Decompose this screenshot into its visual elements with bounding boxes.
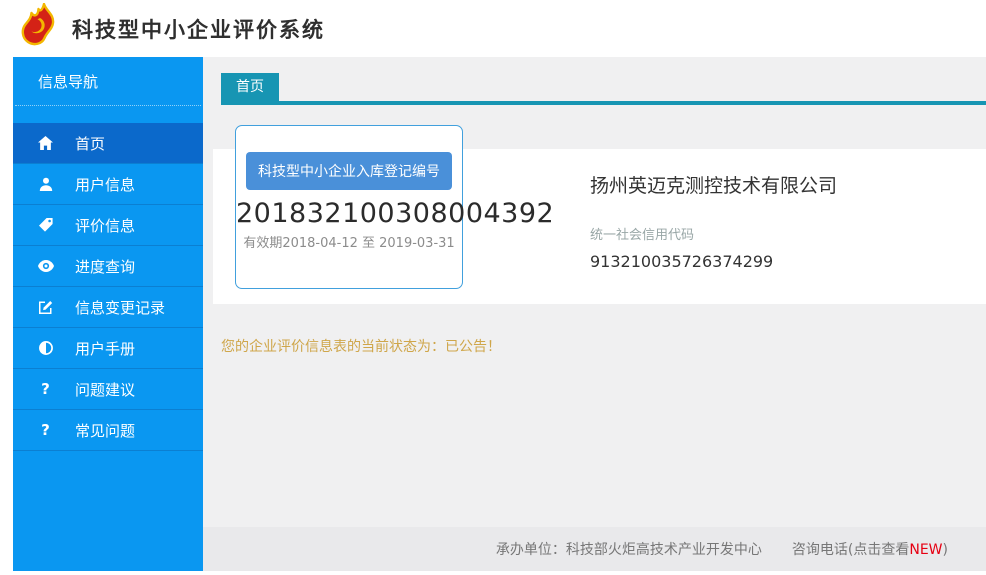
sidebar-item-label: 进度查询 [75, 256, 135, 277]
sidebar-item-label: 信息变更记录 [75, 297, 165, 318]
page: 科技型中小企业评价系统 信息导航 首页 用户信息 [0, 0, 986, 575]
hotline-text-close: ) [943, 542, 948, 558]
edit-icon [37, 300, 54, 314]
hotline-link[interactable]: 咨询电话(点击查看NEW) [792, 539, 948, 559]
eye-icon [37, 260, 54, 272]
registration-card: 科技型中小企业入库登记编号 201832100308004392 有效期2018… [235, 125, 463, 289]
question-icon: ? [37, 421, 54, 439]
sidebar-item-suggestions[interactable]: ? 问题建议 [13, 369, 203, 410]
sidebar-item-change-records[interactable]: 信息变更记录 [13, 287, 203, 328]
main-content: 首页 科技型中小企业入库登记编号 201832100308004392 有效期2… [203, 57, 986, 571]
sidebar-divider [15, 105, 201, 106]
footer: 承办单位：科技部火炬高技术产业开发中心 咨询电话(点击查看NEW) [203, 527, 986, 571]
registration-number: 201832100308004392 [236, 198, 462, 229]
adjust-icon [37, 341, 54, 355]
tab-home[interactable]: 首页 [221, 73, 279, 101]
user-icon [37, 177, 54, 191]
home-icon [37, 136, 54, 150]
company-name: 扬州英迈克测控技术有限公司 [590, 171, 837, 198]
sidebar-title: 信息导航 [13, 57, 203, 105]
tab-bar: 首页 [221, 73, 986, 105]
sidebar-item-user-info[interactable]: 用户信息 [13, 164, 203, 205]
company-panel: 科技型中小企业入库登记编号 201832100308004392 有效期2018… [213, 149, 986, 304]
credit-code-label: 统一社会信用代码 [590, 224, 837, 243]
sidebar-item-faq[interactable]: ? 常见问题 [13, 410, 203, 451]
hotline-text: 咨询电话(点击查看 [792, 542, 909, 558]
sidebar-item-label: 首页 [75, 133, 105, 154]
body: 信息导航 首页 用户信息 [0, 57, 986, 571]
sidebar-item-label: 评价信息 [75, 215, 135, 236]
sidebar-item-progress-query[interactable]: 进度查询 [13, 246, 203, 287]
sidebar: 信息导航 首页 用户信息 [13, 57, 203, 571]
sidebar-item-evaluation-info[interactable]: 评价信息 [13, 205, 203, 246]
company-info: 扬州英迈克测控技术有限公司 统一社会信用代码 91321003572637429… [590, 149, 837, 304]
question-icon: ? [37, 380, 54, 398]
sidebar-item-label: 问题建议 [75, 379, 135, 400]
app-header: 科技型中小企业评价系统 [0, 0, 986, 57]
sidebar-item-label: 用户信息 [75, 174, 135, 195]
registration-number-badge-button[interactable]: 科技型中小企业入库登记编号 [246, 152, 452, 190]
torch-logo-icon [13, 3, 63, 55]
sidebar-item-home[interactable]: 首页 [13, 123, 203, 164]
sidebar-nav: 首页 用户信息 评价信息 [13, 123, 203, 451]
tag-icon [37, 218, 54, 232]
sidebar-item-label: 用户手册 [75, 338, 135, 359]
credit-code-value: 913210035726374299 [590, 252, 837, 271]
app-title: 科技型中小企业评价系统 [72, 14, 325, 44]
status-message: 您的企业评价信息表的当前状态为：已公告！ [221, 336, 986, 356]
footer-organizer: 承办单位：科技部火炬高技术产业开发中心 [496, 539, 762, 559]
sidebar-item-user-manual[interactable]: 用户手册 [13, 328, 203, 369]
registration-validity: 有效期2018-04-12 至 2019-03-31 [236, 232, 462, 251]
hotline-new-badge: NEW [909, 542, 942, 558]
sidebar-item-label: 常见问题 [75, 420, 135, 441]
